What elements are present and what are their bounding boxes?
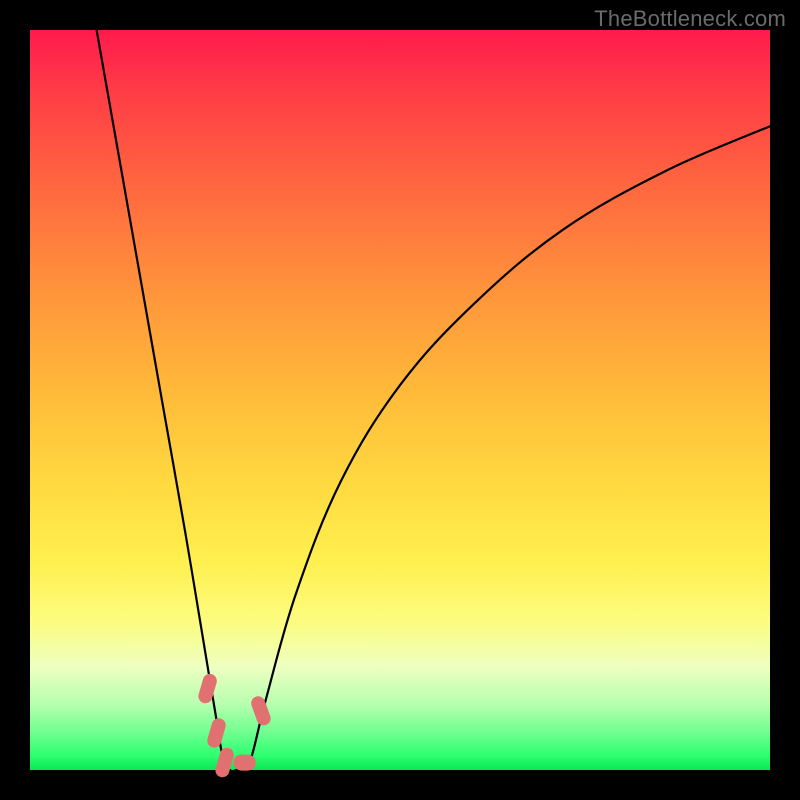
marker-left-lower <box>206 717 228 750</box>
plot-area <box>30 30 770 770</box>
marker-bottom-left <box>214 746 236 779</box>
watermark-text: TheBottleneck.com <box>594 6 786 32</box>
marker-right <box>249 694 272 727</box>
bottleneck-curve <box>97 30 770 771</box>
chart-frame: TheBottleneck.com <box>0 0 800 800</box>
curve-layer <box>30 30 770 770</box>
marker-bottom-right <box>234 755 256 771</box>
marker-left-upper <box>197 672 219 705</box>
curve-markers <box>197 672 273 779</box>
